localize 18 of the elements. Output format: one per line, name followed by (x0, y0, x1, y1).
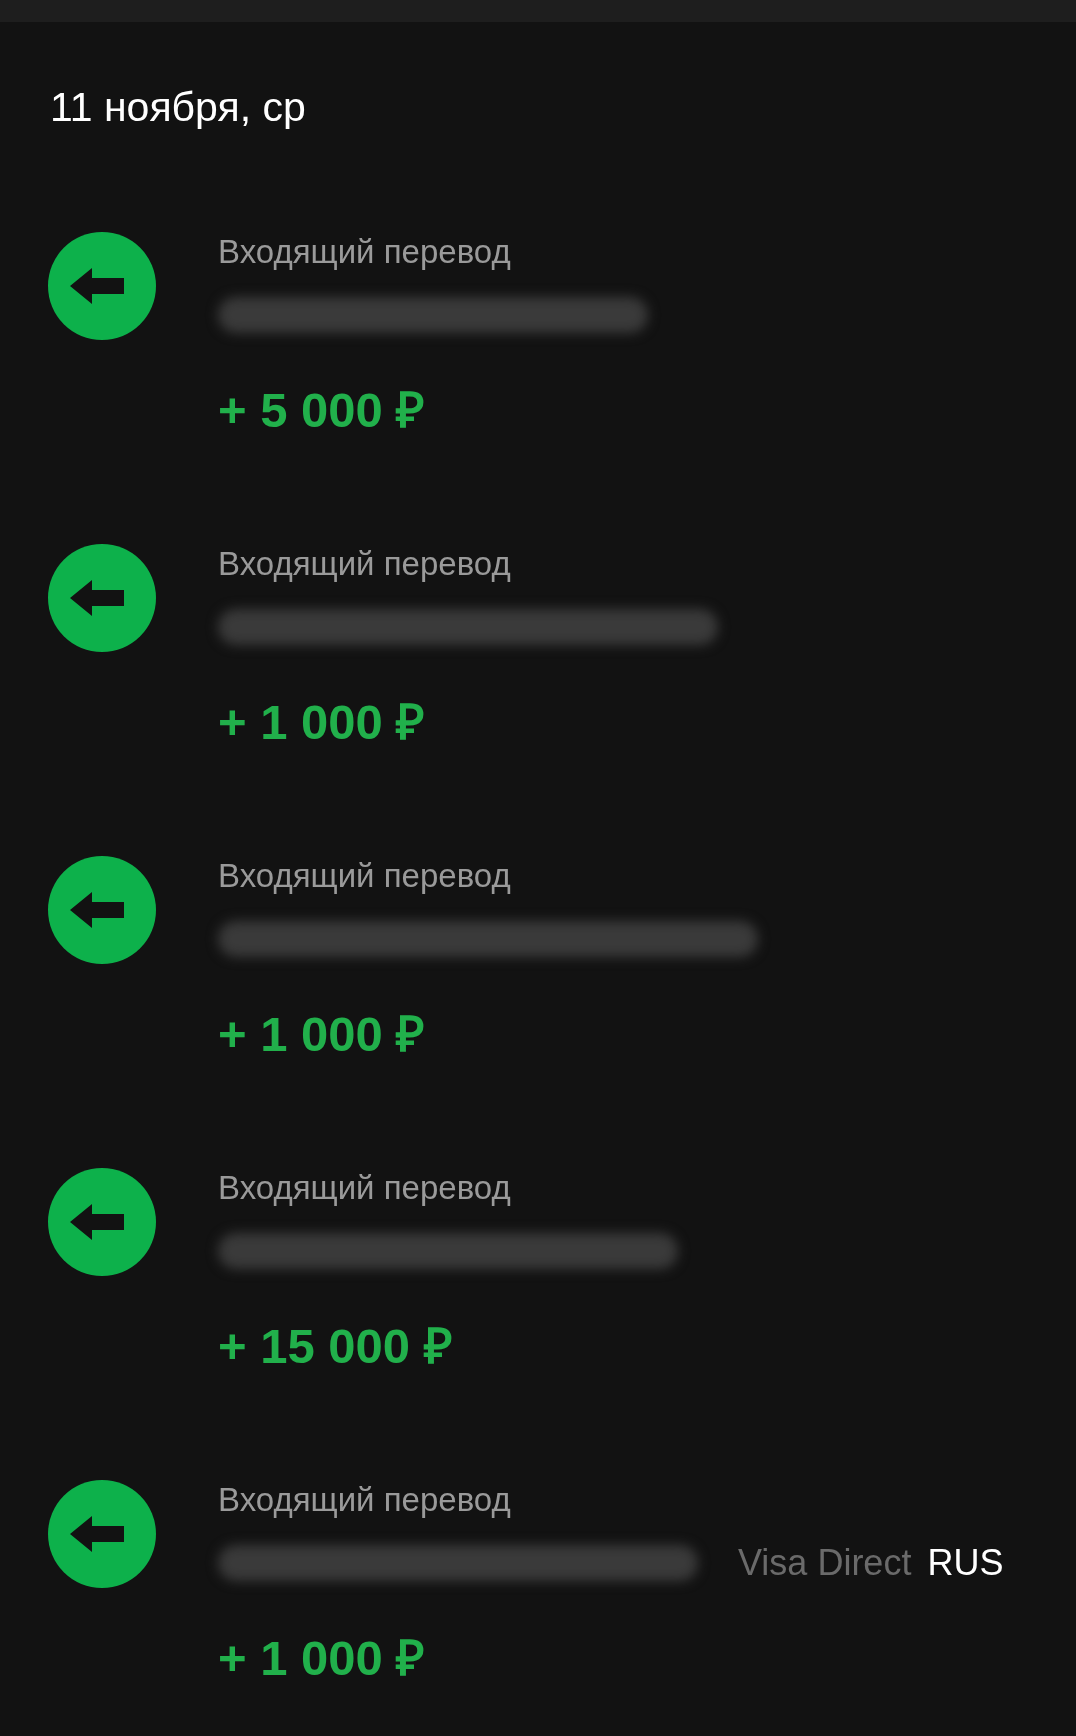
payment-detail: RUS (927, 1541, 1004, 1585)
amount: + 1 000 ₽ (218, 694, 426, 751)
amount: + 1 000 ₽ (218, 1630, 426, 1687)
transaction-type: Входящий перевод (218, 544, 511, 584)
arrow-circle-icon (48, 1480, 156, 1588)
amount: + 5 000 ₽ (218, 382, 426, 439)
transaction-type: Входящий перевод (218, 1168, 511, 1208)
amount: + 15 000 ₽ (218, 1318, 453, 1375)
arrow-circle-icon (48, 544, 156, 652)
arrow-circle-icon (48, 856, 156, 964)
arrow-circle-icon (48, 1168, 156, 1276)
payment-detail: Visa Direct (738, 1541, 912, 1585)
amount: + 1 000 ₽ (218, 1006, 426, 1063)
date-header: 11 ноября, ср (50, 83, 306, 132)
transaction-type: Входящий перевод (218, 232, 511, 272)
transaction-type: Входящий перевод (218, 1480, 511, 1520)
arrow-circle-icon (48, 232, 156, 340)
transaction-type: Входящий перевод (218, 856, 511, 896)
